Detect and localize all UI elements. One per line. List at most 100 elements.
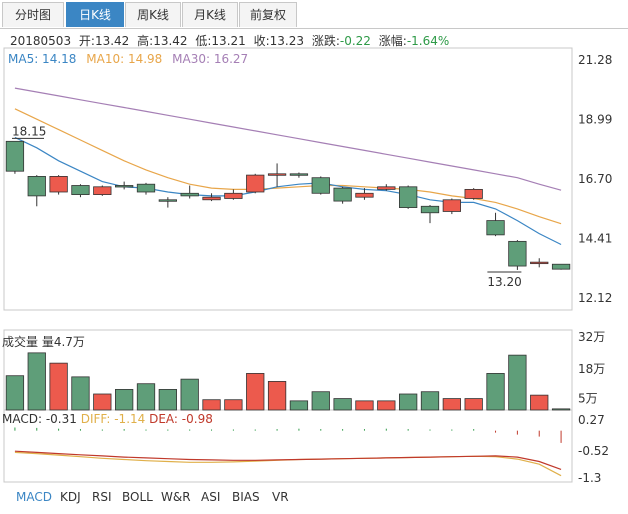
indicator-tab-boll[interactable]: BOLL bbox=[122, 490, 153, 504]
indicator-tab-asi[interactable]: ASI bbox=[201, 490, 220, 504]
candle bbox=[311, 176, 330, 195]
indicator-tab-rsi[interactable]: RSI bbox=[92, 490, 112, 504]
ma30-line bbox=[14, 87, 562, 191]
volume-bar bbox=[115, 389, 134, 411]
candle-body bbox=[355, 192, 374, 198]
volume-label: 成交量 量4.7万 bbox=[2, 335, 85, 349]
volume-bar bbox=[224, 399, 243, 411]
candle-body bbox=[486, 220, 505, 236]
candle bbox=[464, 188, 483, 200]
indicator-tab-kdj[interactable]: KDJ bbox=[60, 490, 81, 504]
volume-bar bbox=[5, 375, 25, 411]
candle-body bbox=[311, 177, 330, 194]
volume-tick-label: 5万 bbox=[578, 392, 598, 406]
price-tick-label: 14.41 bbox=[578, 232, 612, 246]
ma10-line bbox=[14, 108, 562, 225]
price-tick-label: 18.99 bbox=[578, 113, 612, 127]
candle-body bbox=[267, 173, 287, 176]
volume-bar bbox=[508, 354, 527, 411]
macd-legend: MACD: -0.31 DIFF: -1.14 DEA: -0.98 bbox=[2, 412, 213, 426]
dea-value: DEA: -0.98 bbox=[149, 412, 213, 426]
indicator-tabs: MACD KDJ RSI BOLL W&R ASI BIAS VR bbox=[0, 486, 628, 512]
candle-body bbox=[71, 185, 90, 195]
volume-bar bbox=[355, 400, 374, 411]
volume-bars bbox=[5, 352, 571, 411]
candle-body bbox=[551, 263, 571, 270]
macd-tick-label: -0.52 bbox=[578, 444, 609, 458]
price-panel-border bbox=[3, 47, 573, 311]
macd-tick-label: -1.3 bbox=[578, 471, 601, 485]
candle bbox=[442, 198, 461, 215]
candle bbox=[5, 140, 25, 174]
candle-body bbox=[420, 205, 440, 214]
candle bbox=[508, 240, 527, 270]
volume-bar bbox=[311, 391, 330, 411]
macd-tick-label: 0.27 bbox=[578, 413, 605, 427]
indicator-tab-vr[interactable]: VR bbox=[272, 490, 289, 504]
candle bbox=[377, 184, 396, 191]
candle bbox=[399, 185, 418, 209]
volume-bar bbox=[333, 398, 352, 411]
volume-bar bbox=[289, 400, 309, 411]
volume-bar bbox=[442, 398, 461, 411]
volume-bar bbox=[49, 362, 68, 411]
candle-body bbox=[464, 188, 483, 199]
candle-body bbox=[115, 185, 134, 188]
volume-bar bbox=[27, 352, 46, 411]
candle-body bbox=[289, 173, 309, 176]
candle bbox=[224, 189, 243, 200]
low-mark-label: 13.20 bbox=[487, 275, 521, 289]
candle-body bbox=[246, 174, 265, 193]
candle bbox=[530, 258, 549, 268]
volume-bar bbox=[180, 378, 199, 411]
indicator-tab-wr[interactable]: W&R bbox=[161, 490, 191, 504]
candle-body bbox=[224, 192, 243, 199]
diff-value: DIFF: -1.14 bbox=[80, 412, 146, 426]
price-tick-label: 21.28 bbox=[578, 53, 612, 67]
volume-bar bbox=[93, 393, 112, 411]
candle-body bbox=[202, 196, 221, 201]
candle-body bbox=[27, 176, 46, 197]
candle bbox=[136, 182, 156, 195]
volume-tick-label: 32万 bbox=[578, 330, 605, 344]
volume-bar bbox=[136, 383, 156, 411]
candle bbox=[158, 197, 177, 208]
volume-tick-label: 18万 bbox=[578, 362, 605, 376]
candle bbox=[49, 175, 68, 195]
candle-body bbox=[5, 140, 25, 172]
volume-bar bbox=[377, 400, 396, 411]
dea-line bbox=[14, 450, 562, 470]
volume-bar bbox=[551, 408, 571, 411]
candle-body bbox=[158, 199, 177, 202]
candle bbox=[180, 185, 199, 199]
candle bbox=[486, 212, 505, 237]
candle-body bbox=[136, 183, 156, 193]
candle bbox=[202, 193, 221, 202]
candle-body bbox=[442, 199, 461, 212]
volume-bar bbox=[158, 389, 177, 411]
volume-bar bbox=[530, 394, 549, 411]
volume-bar bbox=[267, 381, 287, 411]
candle bbox=[551, 263, 571, 270]
volume-bar bbox=[464, 398, 483, 411]
candle-body bbox=[530, 261, 549, 265]
price-tick-label: 12.12 bbox=[578, 291, 612, 305]
candle-body bbox=[399, 186, 418, 208]
candle bbox=[267, 163, 287, 187]
volume-bar bbox=[420, 391, 440, 411]
volume-bar bbox=[202, 399, 221, 411]
candle bbox=[246, 173, 265, 194]
candle bbox=[115, 181, 134, 190]
indicator-tab-macd[interactable]: MACD bbox=[16, 490, 52, 504]
candle-body bbox=[508, 240, 527, 267]
candle-body bbox=[49, 176, 68, 193]
candle bbox=[93, 185, 112, 196]
candle bbox=[420, 204, 440, 224]
candle bbox=[333, 186, 352, 204]
macd-panel bbox=[14, 427, 562, 477]
indicator-tab-bias[interactable]: BIAS bbox=[232, 490, 260, 504]
volume-bar bbox=[246, 373, 265, 411]
volume-bar bbox=[399, 393, 418, 411]
candle-body bbox=[93, 186, 112, 195]
candle-body bbox=[333, 187, 352, 202]
